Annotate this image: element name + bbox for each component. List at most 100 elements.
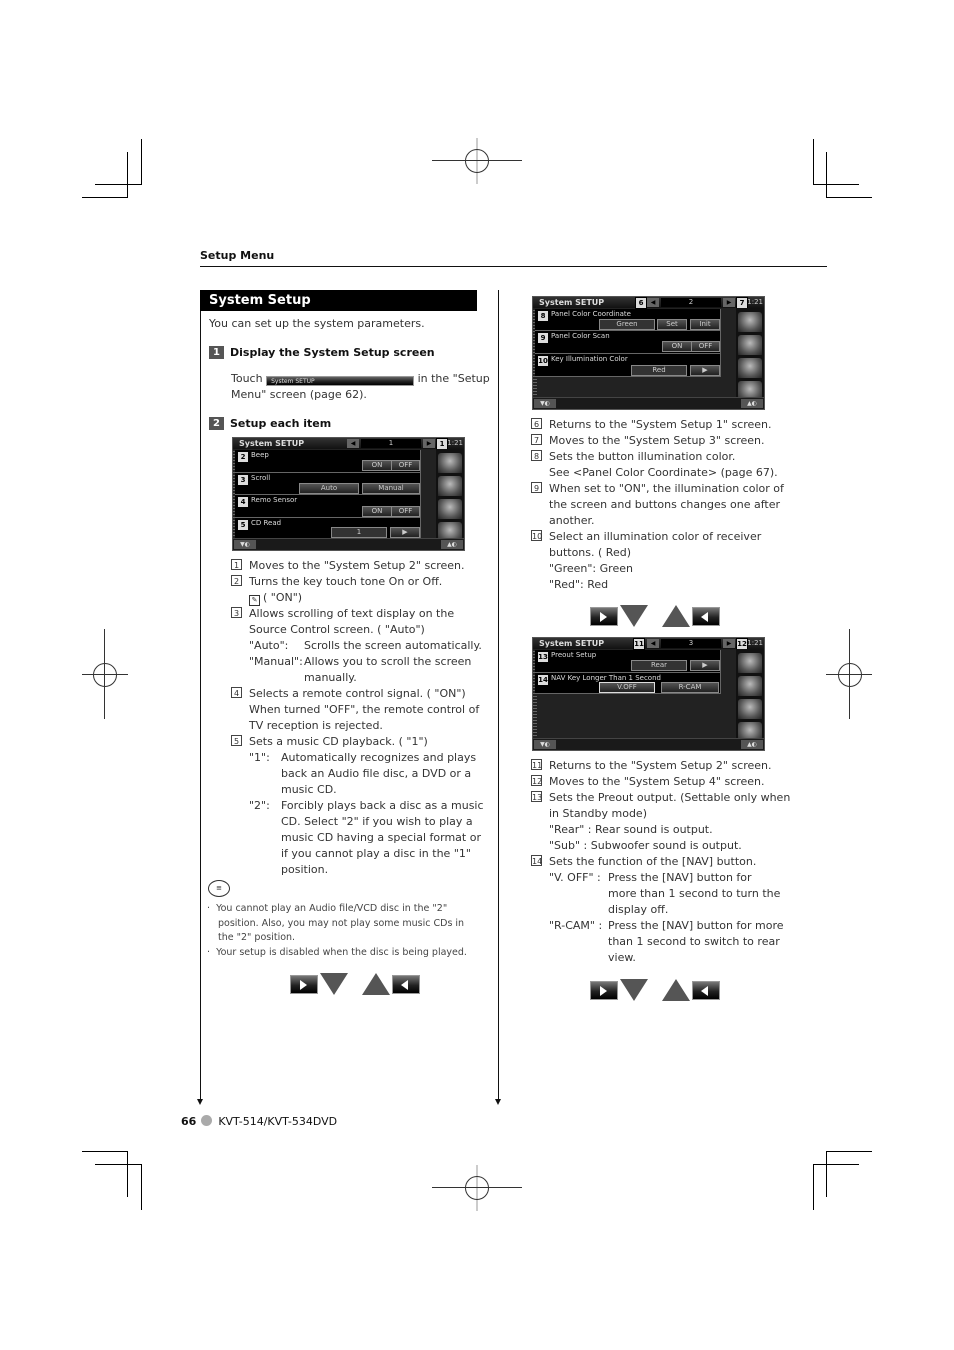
term: "R-CAM" :: [549, 919, 603, 932]
crop-mark: [95, 184, 141, 185]
list-item: 13 Sets the Preout output. (Settable only…: [531, 790, 790, 806]
source-down-button[interactable]: ▼◐: [534, 399, 556, 408]
text: "Red": Red: [549, 578, 609, 591]
setting-label: Beep: [251, 451, 269, 459]
crop-mark: [826, 152, 827, 198]
term: "2":: [249, 799, 270, 812]
speaker-icon[interactable]: [438, 499, 462, 519]
text: music CD.: [281, 783, 337, 796]
audio-icon[interactable]: [438, 453, 462, 473]
crop-mark: [813, 1164, 814, 1210]
scan-off-button[interactable]: OFF: [691, 341, 720, 352]
callout-8: 8: [538, 311, 548, 321]
term: "1":: [249, 751, 270, 764]
term: "V. OFF" :: [549, 871, 601, 884]
setting-row-panel-color-scan: 9 Panel Color Scan ON OFF: [535, 331, 721, 354]
list-item-line: "Rear" : Rear sound is output.: [531, 822, 786, 838]
callout-5: 5: [238, 520, 248, 530]
registration-mark: [465, 1176, 489, 1200]
section-label: Setup Menu: [200, 249, 275, 262]
remo-on-button[interactable]: ON: [362, 506, 392, 517]
text: Moves to the "System Setup 4" screen.: [549, 775, 765, 788]
down-arrow-icon: [620, 979, 648, 1001]
prev-page-button[interactable]: ◀: [647, 298, 659, 307]
next-page-button[interactable]: ▶: [723, 639, 735, 648]
crop-mark: [813, 1164, 859, 1165]
down-arrow-icon: [320, 973, 348, 995]
setting-label: Panel Color Coordinate: [551, 310, 631, 318]
source-down-button[interactable]: ▼◐: [534, 740, 556, 749]
key-illumination-arrow-button[interactable]: ▶: [690, 365, 720, 376]
intro-text: You can set up the system parameters.: [209, 317, 425, 330]
registration-mark: [838, 663, 862, 687]
setting-label: CD Read: [251, 519, 282, 527]
scan-on-button[interactable]: ON: [662, 341, 692, 352]
item-number: 1: [231, 559, 242, 570]
av-icon[interactable]: [738, 676, 762, 696]
source-up-button[interactable]: ▲◐: [741, 740, 763, 749]
scroll-auto-button[interactable]: Auto: [299, 483, 359, 494]
av-icon[interactable]: [738, 335, 762, 355]
side-panel: [436, 449, 464, 550]
step-title: Display the System Setup screen: [230, 346, 435, 359]
prev-page-button[interactable]: ◀: [347, 439, 359, 448]
page-indicator: 1: [361, 439, 421, 448]
text: another.: [549, 514, 595, 527]
model-name: KVT-514/KVT-534DVD: [218, 1115, 338, 1128]
step-number: 2: [209, 417, 224, 430]
page-indicator: 3: [661, 639, 721, 648]
list-item-line: TV reception is rejected.: [231, 718, 476, 734]
text: more than 1 second to turn the: [608, 887, 781, 900]
definition-line: if you cannot play a disc in the "1": [231, 846, 476, 862]
preout-arrow-button[interactable]: ▶: [690, 660, 720, 671]
cd-read-arrow-button[interactable]: ▶: [390, 527, 420, 538]
audio-icon[interactable]: [738, 653, 762, 673]
text: When set to "ON", the illumination color…: [549, 482, 784, 495]
text: Sets the button illumination color.: [549, 450, 736, 463]
list-item-line: another.: [531, 513, 781, 529]
beep-on-button[interactable]: ON: [362, 460, 392, 471]
audio-icon[interactable]: [738, 312, 762, 332]
beep-off-button[interactable]: OFF: [391, 460, 420, 471]
crop-mark: [127, 1151, 128, 1197]
clock: 1:21: [747, 298, 763, 306]
source-down-button[interactable]: ▼◐: [234, 540, 256, 549]
definition-line: position.: [231, 862, 476, 878]
definition: "V. OFF" : Press the [NAV] button for: [531, 870, 786, 886]
setting-row-beep: 2 Beep ON OFF: [235, 450, 421, 473]
nav-voff-button[interactable]: V.OFF: [599, 682, 655, 693]
panel-color-init-button[interactable]: Init: [690, 319, 720, 330]
up-arrow-icon: [662, 979, 690, 1001]
term: "Auto":: [249, 639, 289, 652]
scroll-manual-button[interactable]: Manual: [362, 483, 420, 494]
clock: 1:21: [447, 439, 463, 447]
source-up-button[interactable]: ▲◐: [741, 399, 763, 408]
source-up-button[interactable]: ▲◐: [441, 540, 463, 549]
remo-off-button[interactable]: OFF: [391, 506, 420, 517]
prev-page-button[interactable]: ◀: [647, 639, 659, 648]
speaker-icon[interactable]: [738, 699, 762, 719]
text: Your setup is disabled when the disc is …: [216, 946, 467, 958]
list-item-line: See <Panel Color Coordinate> (page 67).: [531, 465, 781, 481]
speaker-icon[interactable]: [738, 358, 762, 378]
item-number: 2: [231, 575, 242, 586]
list-item: 9 When set to "ON", the illumination colo…: [531, 481, 784, 497]
center-column-line: [498, 290, 499, 1099]
definition-line: back an Audio file disc, a DVD or a: [231, 766, 476, 782]
definition-line: music CD having a special format or: [231, 830, 481, 846]
text: Menu" screen (page 62).: [231, 388, 367, 401]
next-page-button[interactable]: ▶: [423, 439, 435, 448]
next-page-button[interactable]: ▶: [723, 298, 735, 307]
av-icon[interactable]: [438, 476, 462, 496]
text: "Sub" : Subwoofer sound is output.: [549, 839, 742, 852]
panel-color-set-button[interactable]: Set: [657, 319, 687, 330]
list-item: 4 Selects a remote control signal. ( "ON"…: [231, 686, 476, 702]
nav-rcam-button[interactable]: R-CAM: [661, 682, 719, 693]
item-number: 12: [531, 775, 543, 786]
system-setup-button[interactable]: System SETUP: [266, 376, 415, 386]
text: Returns to the "System Setup 1" screen.: [549, 418, 772, 431]
definition-line: more than 1 second to turn the: [531, 886, 786, 902]
definition: "1": Automatically recognizes and plays: [231, 750, 476, 766]
item-number: 7: [531, 434, 542, 445]
prev-button-icon: [392, 975, 420, 994]
